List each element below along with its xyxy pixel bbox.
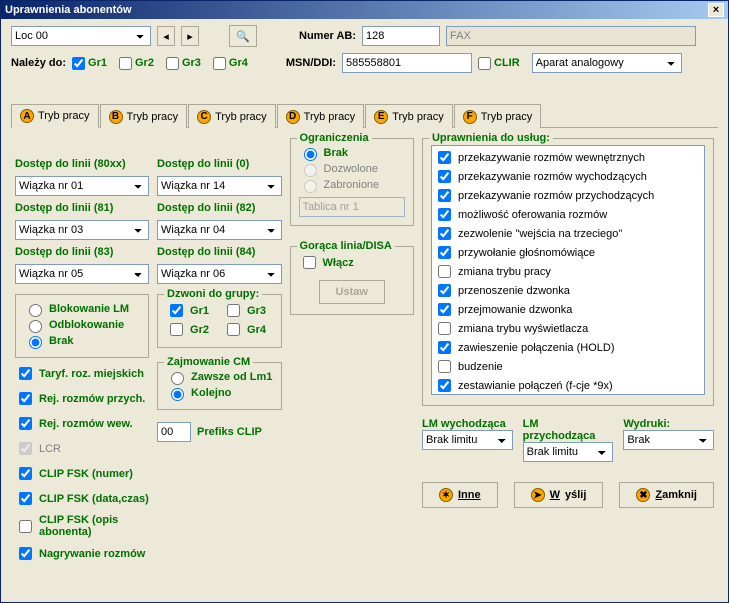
perms-list[interactable]: przekazywanie rozmów wewnętrznychprzekaz…	[431, 145, 705, 395]
prints-label: Wydruki:	[623, 418, 714, 430]
access-81-select[interactable]: Wiązka nr 03	[15, 220, 149, 240]
tab-b[interactable]: BTryb pracy	[100, 104, 188, 128]
unblock-radio[interactable]: Odblokowanie	[24, 317, 140, 333]
titlebar: Uprawnienia abonentów ×	[1, 1, 728, 19]
nalezy-label: Należy do:	[11, 57, 66, 69]
lm-in-label: LM przychodząca	[523, 418, 614, 442]
restrictions-title: Ograniczenia	[297, 132, 372, 144]
perms-title: Uprawnienia do usług:	[429, 132, 553, 144]
send-icon: ➤	[531, 488, 545, 502]
zamknij-button[interactable]: ✖Zamknij	[619, 482, 714, 508]
perm-item[interactable]: zestawianie połączeń (f-cje *9x)	[434, 376, 702, 395]
perm-item[interactable]: zezwolenie "wejścia na trzeciego"	[434, 224, 702, 243]
perm-item[interactable]: możliwość oferowania rozmów	[434, 205, 702, 224]
rej-przych-check[interactable]: Rej. rozmów przych.	[15, 389, 149, 408]
binoculars-icon[interactable]: 🔍	[229, 25, 257, 47]
none-radio[interactable]: Brak	[24, 333, 140, 349]
aparat-select[interactable]: Aparat analogowy	[532, 53, 682, 73]
group-gr3[interactable]: Gr3	[166, 57, 201, 70]
access-82-select[interactable]: Wiązka nr 04	[157, 220, 281, 240]
device-field	[446, 26, 696, 46]
access-83-select[interactable]: Wiązka nr 05	[15, 264, 149, 284]
tab-f[interactable]: FTryb pracy	[454, 104, 542, 128]
cm-kolejno-radio[interactable]: Kolejno	[166, 385, 272, 401]
cm-zawsze-radio[interactable]: Zawsze od Lm1	[166, 369, 272, 385]
access-84-select[interactable]: Wiązka nr 06	[157, 264, 281, 284]
hotline-check[interactable]: Włącz	[299, 253, 405, 272]
msn-label: MSN/DDI:	[286, 57, 336, 69]
restr-zabronione-radio: Zabronione	[299, 177, 405, 193]
restr-brak-radio[interactable]: Brak	[299, 145, 405, 161]
ustaw-button: Ustaw	[319, 280, 385, 304]
next-button[interactable]: ▸	[181, 26, 199, 46]
access-81-label: Dostęp do linii (81)	[15, 202, 149, 214]
lm-out-select[interactable]: Brak limitu	[422, 430, 513, 450]
numer-ab-field[interactable]	[362, 26, 440, 46]
access-82-label: Dostęp do linii (82)	[157, 202, 281, 214]
clip-data-check[interactable]: CLIP FSK (data,czas)	[15, 489, 149, 508]
perm-item[interactable]: budzenie	[434, 357, 702, 376]
wyslij-button[interactable]: ➤WWyślijyślij	[514, 482, 604, 508]
group-gr2[interactable]: Gr2	[119, 57, 154, 70]
clir-check[interactable]: CLIR	[478, 57, 520, 70]
prev-button[interactable]: ◂	[157, 26, 175, 46]
ring-gr3[interactable]: Gr3	[223, 301, 266, 320]
perm-item[interactable]: zawieszenie połączenia (HOLD)	[434, 338, 702, 357]
tab-d[interactable]: DTryb pracy	[277, 104, 365, 128]
perm-item[interactable]: przekazywanie rozmów przychodzących	[434, 186, 702, 205]
perm-item[interactable]: przenoszenie dzwonka	[434, 281, 702, 300]
numer-ab-label: Numer AB:	[299, 30, 356, 42]
perm-item[interactable]: przejmowanie dzwonka	[434, 300, 702, 319]
access-80xx-label: Dostęp do linii (80xx)	[15, 158, 149, 170]
nagrywanie-check[interactable]: Nagrywanie rozmów	[15, 544, 149, 563]
window-title: Uprawnienia abonentów	[5, 4, 132, 16]
tab-e[interactable]: ETryb pracy	[365, 104, 453, 128]
lm-in-select[interactable]: Brak limitu	[523, 442, 614, 462]
clip-numer-check[interactable]: CLIP FSK (numer)	[15, 464, 149, 483]
perm-item[interactable]: przywołanie głośnomówiące	[434, 243, 702, 262]
loc-select[interactable]: Loc 00	[11, 26, 151, 46]
perm-item[interactable]: zmiana trybu pracy	[434, 262, 702, 281]
perm-item[interactable]: zmiana trybu wyświetlacza	[434, 319, 702, 338]
ring-group-title: Dzwoni do grupy:	[164, 288, 262, 300]
ring-gr4[interactable]: Gr4	[223, 320, 266, 339]
tabs: ATryb pracy BTryb pracy CTryb pracy DTry…	[11, 103, 718, 128]
access-83-label: Dostęp do linii (83)	[15, 246, 149, 258]
close-icon[interactable]: ×	[708, 3, 724, 17]
access-0-label: Dostęp do linii (0)	[157, 158, 281, 170]
group-gr1[interactable]: Gr1	[72, 57, 107, 70]
prints-select[interactable]: Brak	[623, 430, 714, 450]
clip-opis-check[interactable]: CLIP FSK (opis abonenta)	[15, 514, 149, 538]
group-gr4[interactable]: Gr4	[213, 57, 248, 70]
tab-c[interactable]: CTryb pracy	[188, 104, 276, 128]
tab-a[interactable]: ATryb pracy	[11, 104, 99, 128]
ring-gr1[interactable]: Gr1	[166, 301, 209, 320]
close-circle-icon: ✖	[636, 488, 650, 502]
restr-select: Tablica nr 1	[299, 197, 405, 217]
perm-item[interactable]: przekazywanie rozmów wychodzących	[434, 167, 702, 186]
restr-dozwolone-radio: Dozwolone	[299, 161, 405, 177]
access-0-select[interactable]: Wiązka nr 14	[157, 176, 281, 196]
perm-item[interactable]: przekazywanie rozmów wewnętrznych	[434, 148, 702, 167]
hotline-title: Gorąca linia/DISA	[297, 240, 395, 252]
rej-wew-check[interactable]: Rej. rozmów wew.	[15, 414, 149, 433]
lm-out-label: LM wychodząca	[422, 418, 513, 430]
gear-icon: ✶	[439, 488, 453, 502]
inne-button[interactable]: ✶Inne	[422, 482, 498, 508]
block-lm-radio[interactable]: Blokowanie LM	[24, 301, 140, 317]
prefix-label: Prefiks CLIP	[197, 426, 262, 438]
access-80xx-select[interactable]: Wiązka nr 01	[15, 176, 149, 196]
tariff-check[interactable]: Taryf. roz. miejskich	[15, 364, 149, 383]
access-84-label: Dostęp do linii (84)	[157, 246, 281, 258]
msn-field[interactable]	[342, 53, 472, 73]
lcr-check: LCR	[15, 439, 149, 458]
ring-gr2[interactable]: Gr2	[166, 320, 209, 339]
cm-title: Zajmowanie CM	[164, 356, 253, 368]
prefix-field[interactable]	[157, 422, 191, 442]
